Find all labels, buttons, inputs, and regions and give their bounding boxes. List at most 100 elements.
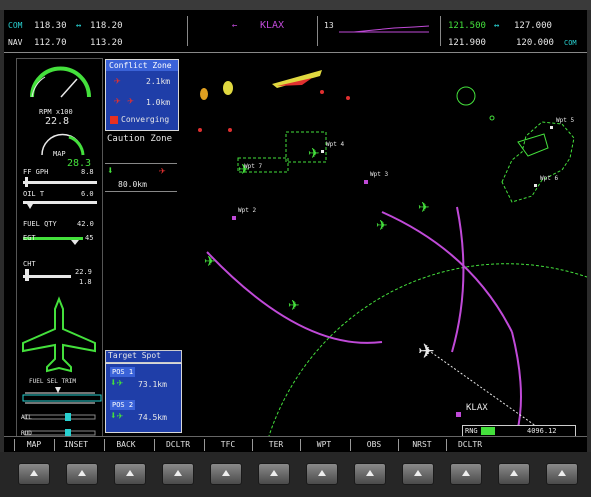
bezel-button-12[interactable] xyxy=(546,463,578,485)
route-line xyxy=(451,206,465,353)
warning-square-icon xyxy=(110,116,118,124)
traffic-icon: ⬇✈ xyxy=(110,376,124,389)
bezel-button-9[interactable] xyxy=(402,463,434,485)
softkey-9[interactable]: NRST xyxy=(398,439,445,451)
com1-label: COM xyxy=(8,21,23,30)
softkey-5[interactable]: TFC xyxy=(204,439,251,451)
softkey-2[interactable]: INSET xyxy=(54,439,97,451)
traffic-icon: ✈ xyxy=(308,146,320,162)
cht-top: 22.9 xyxy=(75,268,92,276)
cht-label: CHT xyxy=(23,260,36,268)
softkey-6[interactable]: TER xyxy=(252,439,299,451)
airspace-box xyxy=(285,131,327,163)
traffic-icon: ✈ xyxy=(159,164,166,177)
top-status-bar: COM 118.30 ↔ 118.20 NAV 112.70 113.20 ← … xyxy=(4,10,587,53)
fuel-qty-value: 42.0 xyxy=(77,220,94,228)
airspace-circle xyxy=(456,86,476,106)
divider xyxy=(440,16,441,46)
ownship-icon: ✈ xyxy=(418,339,435,363)
bezel-top xyxy=(0,0,591,10)
ff-value: 8.8 xyxy=(81,168,94,176)
softkey-7[interactable]: WPT xyxy=(300,439,347,451)
conflict-zone-panel[interactable]: Conflict Zone ✈ 2.1km ✈ ✈ 1.0km Convergi… xyxy=(105,59,179,131)
target-spot-title: Target Spot xyxy=(108,351,161,360)
softkey-8[interactable]: OBS xyxy=(350,439,397,451)
map-label: Wpt 2 xyxy=(238,207,257,214)
waypoint-marker xyxy=(232,216,236,220)
traffic-icon: ✈ xyxy=(288,298,300,314)
range-indicator xyxy=(481,427,495,435)
weather-cell xyxy=(272,70,322,88)
bezel-button-8[interactable] xyxy=(354,463,386,485)
bezel-button-10[interactable] xyxy=(450,463,482,485)
swap-arrow-icon: ↔ xyxy=(76,21,82,31)
nav1-active[interactable]: 112.70 xyxy=(34,38,67,48)
track-line xyxy=(427,349,551,436)
airspace-shape xyxy=(517,133,549,157)
egt-label: EGT xyxy=(23,234,36,242)
nav1-label: NAV xyxy=(8,38,23,47)
mfd-screen: COM 118.30 ↔ 118.20 NAV 112.70 113.20 ← … xyxy=(0,0,591,497)
com2-active[interactable]: 121.500 xyxy=(448,21,486,31)
dist-value: 13 xyxy=(324,21,334,30)
bezel-button-5[interactable] xyxy=(210,463,242,485)
egt-value: 45 xyxy=(85,234,94,242)
traffic-icon: ✈ xyxy=(114,74,121,87)
fuel-qty-label: FUEL QTY xyxy=(23,220,57,228)
trim-label: FUEL SEL TRIM xyxy=(29,378,76,385)
display-area: COM 118.30 ↔ 118.20 NAV 112.70 113.20 ← … xyxy=(4,10,587,453)
bezel-button-row xyxy=(0,452,591,497)
traffic-icon: ✈ xyxy=(376,218,388,234)
conflict-row2: 1.0km xyxy=(146,98,171,107)
softkey-3[interactable]: BACK xyxy=(104,439,147,451)
route-line xyxy=(511,331,522,433)
softkey-4[interactable]: DCLTR xyxy=(154,439,201,451)
caution-arrow-icon: ⬇ xyxy=(107,164,114,177)
weather-dot xyxy=(198,128,202,132)
dest-label: KLAX xyxy=(466,403,488,413)
swap-arrow-icon: ↔ xyxy=(494,21,500,31)
cht-bot: 1.8 xyxy=(79,278,92,286)
com2-standby[interactable]: 127.000 xyxy=(514,21,552,31)
map-label: Wpt 7 xyxy=(244,163,263,170)
com3-tag: COM xyxy=(564,39,577,47)
rpm-value: 22.8 xyxy=(45,116,70,127)
softkey-1[interactable]: MAP xyxy=(14,439,53,451)
ff-label: FF GPH xyxy=(23,168,49,176)
caution-zone-title: Caution Zone xyxy=(107,134,173,144)
weather-dot xyxy=(320,90,324,94)
waypoint-marker xyxy=(534,184,537,187)
pos1-value: 73.1km xyxy=(138,380,167,389)
conflict-row3: Converging xyxy=(121,115,170,124)
com3-active[interactable]: 121.900 xyxy=(448,38,486,48)
bezel-button-7[interactable] xyxy=(306,463,338,485)
bezel-button-1[interactable] xyxy=(18,463,50,485)
com1-active[interactable]: 118.30 xyxy=(34,21,67,31)
target-spot-header: Target Spot xyxy=(105,350,182,363)
bezel-button-2[interactable] xyxy=(66,463,98,485)
bezel-button-4[interactable] xyxy=(162,463,194,485)
traffic-icon: ✈ ✈ xyxy=(114,94,134,107)
traffic-icon: ✈ xyxy=(418,200,430,216)
com3-standby[interactable]: 120.000 xyxy=(516,38,554,48)
airspace-shape xyxy=(501,121,575,203)
bezel-button-11[interactable] xyxy=(498,463,530,485)
oil-t-label: OIL T xyxy=(23,190,45,198)
moving-map[interactable]: ✈ ✈ ✈ ✈ ✈ ✈ ✈ xyxy=(182,52,587,436)
divider xyxy=(187,16,188,46)
nav1-standby[interactable]: 113.20 xyxy=(90,38,123,48)
weather-cell xyxy=(223,81,233,95)
bezel-button-3[interactable] xyxy=(114,463,146,485)
waypoint-marker xyxy=(489,115,495,121)
bezel-button-6[interactable] xyxy=(258,463,290,485)
com1-standby[interactable]: 118.20 xyxy=(90,21,123,31)
waypoint-marker xyxy=(550,126,553,129)
oil-t-value: 6.0 xyxy=(81,190,94,198)
conflict-row1: 2.1km xyxy=(146,77,171,86)
divider xyxy=(105,163,177,164)
weather-dot xyxy=(346,96,350,100)
map-label: Wpt 4 xyxy=(326,141,345,148)
route-line xyxy=(381,211,513,333)
softkey-10[interactable]: DCLTR xyxy=(446,439,493,451)
target-spot-panel[interactable]: POS 1 ⬇✈ 73.1km POS 2 ⬇✈ 74.5km xyxy=(105,363,182,433)
